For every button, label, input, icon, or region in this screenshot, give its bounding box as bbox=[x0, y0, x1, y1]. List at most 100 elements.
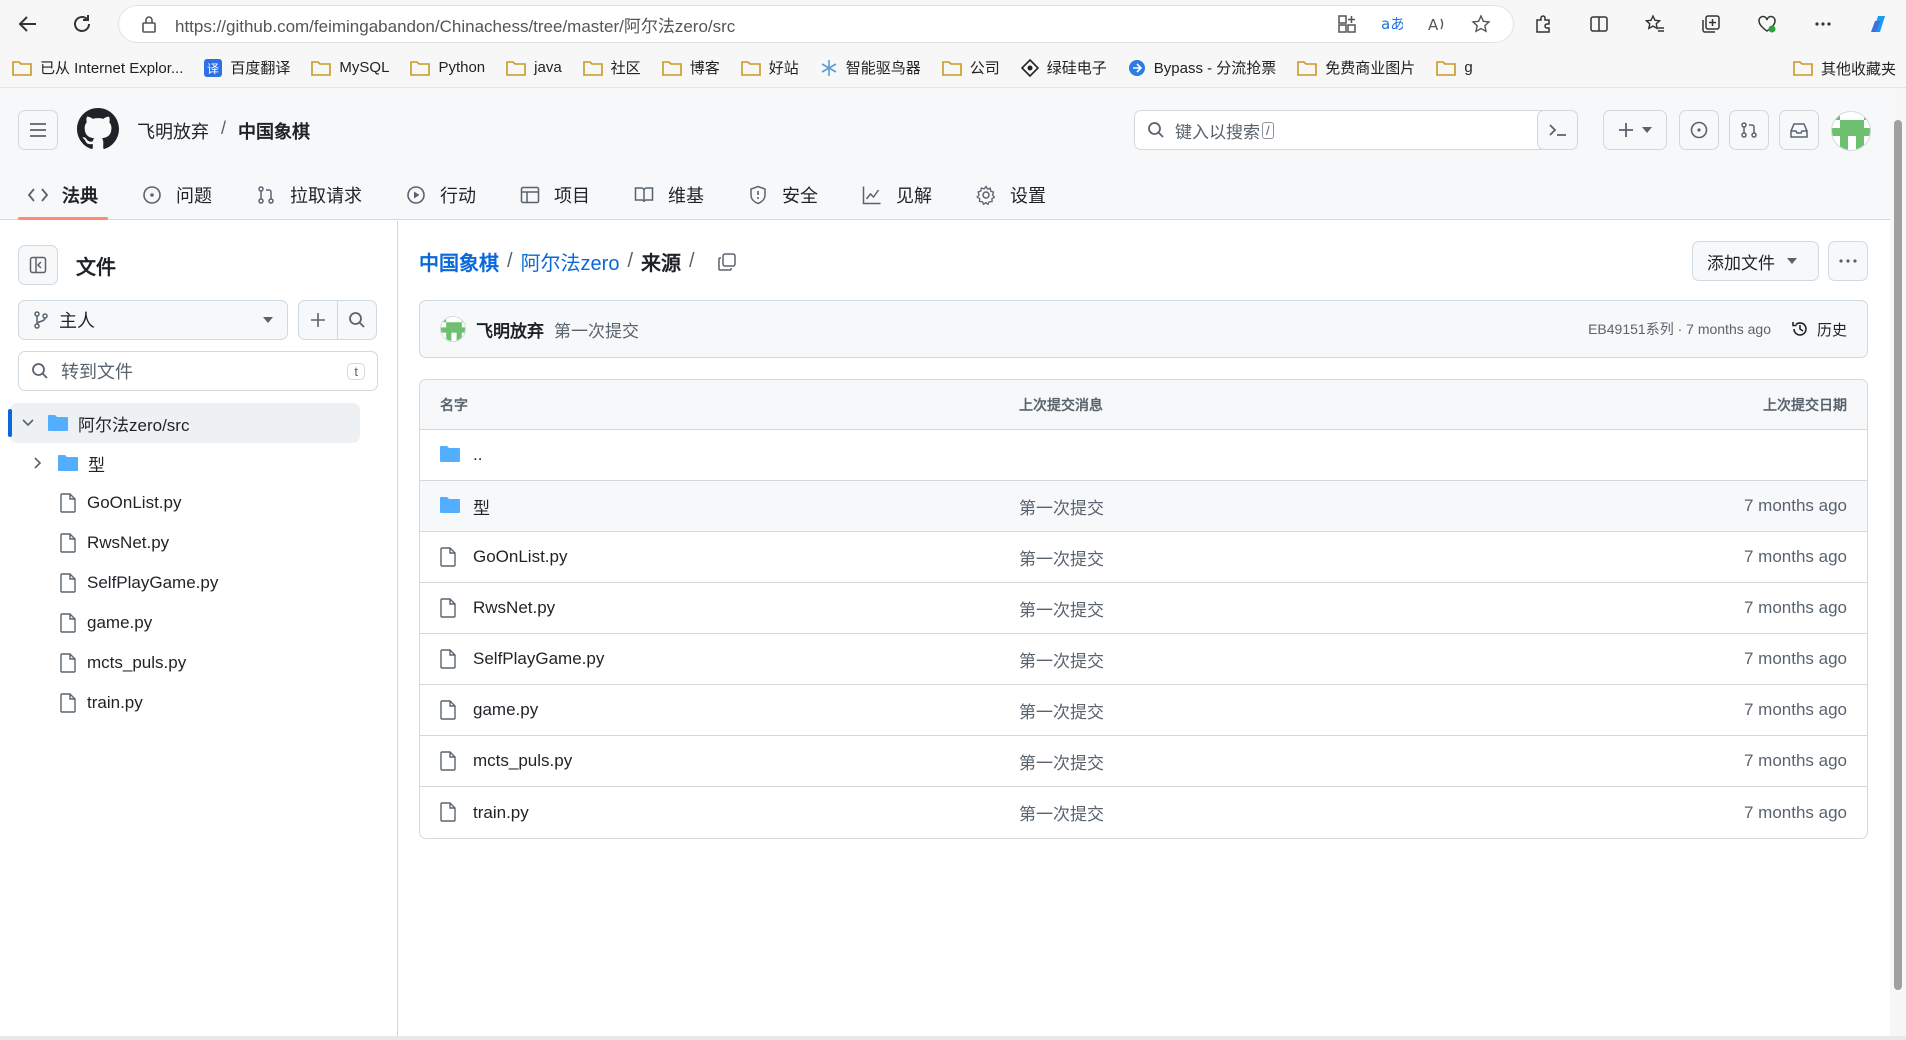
parent-directory-row[interactable]: .. bbox=[420, 430, 1867, 481]
file-name-link[interactable]: train.py bbox=[473, 803, 529, 823]
tree-item-current-folder[interactable]: 阿尔法zero/src bbox=[8, 403, 360, 443]
scrollbar-thumb[interactable] bbox=[1894, 120, 1902, 990]
issues-button[interactable] bbox=[1679, 110, 1719, 150]
file-name-link[interactable]: RwsNet.py bbox=[473, 598, 555, 618]
settings-more-button[interactable] bbox=[1806, 4, 1840, 44]
commit-author[interactable]: 飞明放弃 bbox=[476, 317, 544, 342]
bookmark-item[interactable]: 社区 bbox=[582, 57, 641, 78]
collections-button[interactable] bbox=[1694, 4, 1728, 44]
menu-button[interactable] bbox=[18, 110, 58, 150]
history-button[interactable]: 历史 bbox=[1791, 319, 1847, 340]
inbox-button[interactable] bbox=[1779, 110, 1819, 150]
file-name-link[interactable]: SelfPlayGame.py bbox=[473, 649, 604, 669]
other-bookmarks[interactable]: 其他收藏夹 bbox=[1793, 48, 1896, 88]
breadcrumb-dir-link[interactable]: 阿尔法zero bbox=[521, 247, 620, 276]
commit-message-link[interactable]: 第一次提交 bbox=[1019, 698, 1104, 723]
tab-play[interactable]: 行动 bbox=[396, 170, 486, 220]
goto-file-input[interactable]: 转到文件 t bbox=[18, 351, 378, 391]
bookmark-item[interactable]: 好站 bbox=[740, 57, 799, 78]
tree-item[interactable]: game.py bbox=[0, 603, 380, 643]
commit-message[interactable]: 第一次提交 bbox=[554, 317, 639, 342]
tree-item[interactable]: SelfPlayGame.py bbox=[0, 563, 380, 603]
table-row[interactable]: GoOnList.py 第一次提交 7 months ago bbox=[420, 532, 1867, 583]
table-row[interactable]: game.py 第一次提交 7 months ago bbox=[420, 685, 1867, 736]
translate-icon[interactable]: aあ bbox=[1381, 14, 1403, 34]
file-name-link[interactable]: game.py bbox=[473, 700, 538, 720]
command-palette-button[interactable] bbox=[1537, 110, 1578, 150]
address-bar[interactable]: https://github.com/feimingabandon/Chinac… bbox=[118, 5, 1514, 43]
tab-shield[interactable]: 安全 bbox=[738, 170, 828, 220]
tab-code[interactable]: 法典 bbox=[18, 170, 108, 220]
collapse-sidebar-button[interactable] bbox=[18, 245, 58, 285]
bookmark-item[interactable]: Bypass - 分流抢票 bbox=[1128, 57, 1276, 78]
favorites-button[interactable] bbox=[1638, 4, 1672, 44]
tree-item[interactable]: train.py bbox=[0, 683, 380, 723]
branch-selector[interactable]: 主人 bbox=[18, 300, 288, 340]
commit-message-link[interactable]: 第一次提交 bbox=[1019, 647, 1104, 672]
parent-directory-link[interactable]: .. bbox=[473, 445, 482, 465]
owner-link[interactable]: 飞明放弃 bbox=[137, 118, 209, 144]
search-tree-button[interactable] bbox=[337, 300, 377, 340]
refresh-button[interactable] bbox=[62, 4, 102, 44]
breadcrumb-repo-link[interactable]: 中国象棋 bbox=[419, 247, 499, 276]
bookmark-item[interactable]: MySQL bbox=[311, 59, 389, 76]
file-name-link[interactable]: GoOnList.py bbox=[473, 547, 568, 567]
bookmark-item[interactable]: Python bbox=[410, 59, 485, 76]
page-scrollbar[interactable] bbox=[1890, 88, 1906, 1036]
back-button[interactable] bbox=[8, 4, 48, 44]
add-file-button[interactable]: 添加文件 bbox=[1692, 241, 1819, 281]
read-aloud-icon[interactable]: A bbox=[1427, 14, 1447, 34]
tab-book[interactable]: 维基 bbox=[624, 170, 714, 220]
tree-item[interactable]: RwsNet.py bbox=[0, 523, 380, 563]
favorite-star-icon[interactable] bbox=[1471, 14, 1491, 34]
commit-author-avatar[interactable] bbox=[440, 316, 466, 342]
table-row[interactable]: 型 第一次提交 7 months ago bbox=[420, 481, 1867, 532]
tree-item[interactable]: mcts_puls.py bbox=[0, 643, 380, 683]
app-available-icon[interactable] bbox=[1337, 14, 1357, 34]
user-avatar[interactable] bbox=[1831, 111, 1871, 151]
table-row[interactable]: mcts_puls.py 第一次提交 7 months ago bbox=[420, 736, 1867, 787]
add-file-tree-button[interactable] bbox=[298, 300, 338, 340]
bookmark-item[interactable]: g bbox=[1436, 59, 1473, 76]
bookmark-item[interactable]: 智能驱鸟器 bbox=[820, 57, 921, 78]
bookmark-item[interactable]: 绿硅电子 bbox=[1020, 57, 1107, 78]
commit-message-link[interactable]: 第一次提交 bbox=[1019, 494, 1104, 519]
bookmark-item[interactable]: 公司 bbox=[941, 57, 1000, 78]
tab-issue[interactable]: 问题 bbox=[132, 170, 222, 220]
search-input[interactable]: 键入以搜索 / bbox=[1134, 110, 1572, 150]
tab-gear[interactable]: 设置 bbox=[966, 170, 1056, 220]
copy-path-icon[interactable] bbox=[717, 252, 737, 272]
file-name-link[interactable]: 型 bbox=[473, 494, 490, 519]
tab-graph[interactable]: 见解 bbox=[852, 170, 942, 220]
table-row[interactable]: train.py 第一次提交 7 months ago bbox=[420, 787, 1867, 838]
table-row[interactable]: SelfPlayGame.py 第一次提交 7 months ago bbox=[420, 634, 1867, 685]
create-new-button[interactable] bbox=[1603, 110, 1667, 150]
copilot-button[interactable] bbox=[1862, 4, 1896, 44]
bookmark-item[interactable]: 免费商业图片 bbox=[1297, 57, 1415, 78]
chevron-right-icon[interactable] bbox=[34, 457, 42, 469]
tree-item[interactable]: 型 bbox=[0, 443, 380, 483]
more-options-button[interactable] bbox=[1828, 241, 1868, 281]
repo-link[interactable]: 中国象棋 bbox=[238, 118, 310, 144]
github-logo-icon[interactable] bbox=[77, 108, 119, 150]
file-name-link[interactable]: mcts_puls.py bbox=[473, 751, 572, 771]
browser-essentials-button[interactable] bbox=[1750, 4, 1784, 44]
bookmark-item[interactable]: 博客 bbox=[661, 57, 720, 78]
bookmark-item[interactable]: 译百度翻译 bbox=[204, 57, 290, 78]
bookmark-item[interactable]: java bbox=[506, 59, 562, 76]
chevron-down-icon[interactable] bbox=[22, 419, 34, 427]
tab-pull-request[interactable]: 拉取请求 bbox=[246, 170, 372, 220]
url-text[interactable]: https://github.com/feimingabandon/Chinac… bbox=[175, 12, 1337, 37]
commit-message-link[interactable]: 第一次提交 bbox=[1019, 749, 1104, 774]
bookmark-item[interactable]: 已从 Internet Explor... bbox=[12, 57, 183, 78]
commit-meta[interactable]: EB49151系列 · 7 months ago bbox=[1588, 319, 1771, 339]
tab-table[interactable]: 项目 bbox=[510, 170, 600, 220]
tree-item[interactable]: GoOnList.py bbox=[0, 483, 380, 523]
table-row[interactable]: RwsNet.py 第一次提交 7 months ago bbox=[420, 583, 1867, 634]
extensions-button[interactable] bbox=[1526, 4, 1560, 44]
commit-message-link[interactable]: 第一次提交 bbox=[1019, 800, 1104, 825]
split-screen-button[interactable] bbox=[1582, 4, 1616, 44]
commit-message-link[interactable]: 第一次提交 bbox=[1019, 596, 1104, 621]
pull-requests-button[interactable] bbox=[1729, 110, 1769, 150]
commit-message-link[interactable]: 第一次提交 bbox=[1019, 545, 1104, 570]
